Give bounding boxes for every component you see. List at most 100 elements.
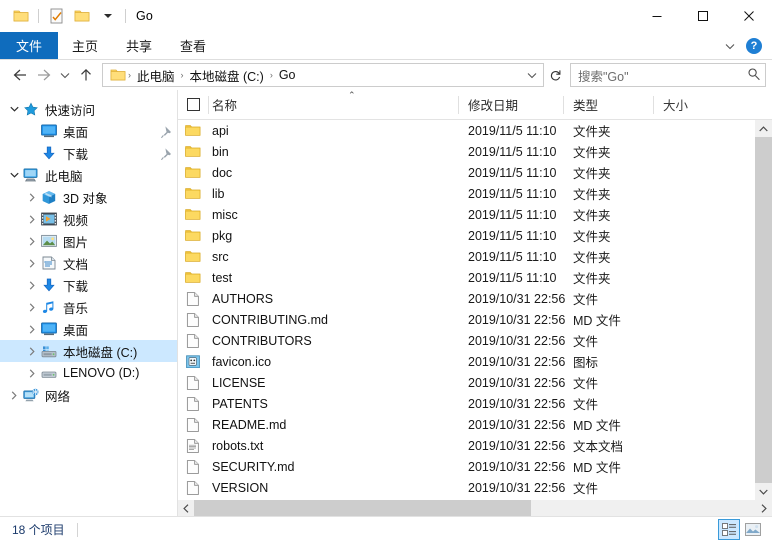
sidebar-item-4[interactable]: 3D 对象 (0, 186, 177, 208)
tab-file[interactable]: 文件 (0, 32, 58, 59)
help-icon[interactable]: ? (746, 38, 762, 54)
download-icon (40, 277, 58, 293)
sidebar-item-5[interactable]: 视频 (0, 208, 177, 230)
horizontal-scrollbar[interactable] (178, 500, 772, 516)
chevron-right-icon[interactable] (24, 280, 40, 290)
breadcrumb-item-local-disk[interactable]: 本地磁盘 (C:) (186, 66, 268, 85)
scroll-left-arrow-icon[interactable] (178, 500, 194, 516)
tab-share[interactable]: 共享 (112, 32, 166, 59)
address-dropdown-chevron-down-icon[interactable] (523, 64, 541, 86)
chevron-right-icon[interactable] (24, 258, 40, 268)
column-header-type[interactable]: 类型 (563, 90, 653, 120)
sidebar-item-3[interactable]: 此电脑 (0, 164, 177, 186)
table-row[interactable]: bin 2019/11/5 11:10 文件夹 (178, 141, 772, 162)
ribbon-expand-chevron-down-icon[interactable] (722, 38, 738, 54)
recent-locations-chevron-down-icon[interactable] (56, 63, 74, 87)
sidebar-item-1[interactable]: 桌面 (0, 120, 177, 142)
large-icons-view-button[interactable] (742, 519, 764, 540)
close-button[interactable] (726, 0, 772, 32)
chevron-right-icon[interactable] (24, 236, 40, 246)
new-folder-icon[interactable] (69, 4, 95, 28)
table-row[interactable]: favicon.ico 2019/10/31 22:56 图标 (178, 351, 772, 372)
sidebar-item-2[interactable]: 下载 (0, 142, 177, 164)
table-row[interactable]: lib 2019/11/5 11:10 文件夹 (178, 183, 772, 204)
back-button[interactable] (8, 63, 32, 87)
scroll-right-arrow-icon[interactable] (756, 500, 772, 516)
table-row[interactable]: test 2019/11/5 11:10 文件夹 (178, 267, 772, 288)
sidebar-item-8[interactable]: 下载 (0, 274, 177, 296)
table-row[interactable]: VERSION 2019/10/31 22:56 文件 (178, 477, 772, 498)
breadcrumb-separator[interactable]: › (179, 70, 186, 80)
table-row[interactable]: PATENTS 2019/10/31 22:56 文件 (178, 393, 772, 414)
chevron-down-icon[interactable] (6, 172, 22, 178)
sidebar-item-label: 图片 (63, 235, 89, 250)
scroll-up-arrow-icon[interactable] (755, 120, 772, 137)
select-all-checkbox[interactable] (178, 90, 208, 120)
tab-view[interactable]: 查看 (166, 32, 220, 59)
breadcrumb-item-go[interactable]: Go (275, 68, 300, 82)
table-row[interactable]: api 2019/11/5 11:10 文件夹 (178, 120, 772, 141)
chevron-right-icon[interactable] (24, 214, 40, 224)
minimize-button[interactable] (634, 0, 680, 32)
table-row[interactable]: CONTRIBUTORS 2019/10/31 22:56 文件 (178, 330, 772, 351)
vertical-scroll-track[interactable] (755, 137, 772, 483)
properties-icon[interactable] (43, 4, 69, 28)
sidebar-item-12[interactable]: LENOVO (D:) (0, 362, 177, 384)
pin-icon[interactable] (159, 147, 173, 160)
chevron-right-icon[interactable] (24, 302, 40, 312)
column-header-date[interactable]: 修改日期 (458, 90, 563, 120)
horizontal-scroll-track[interactable] (194, 500, 756, 516)
breadcrumb-separator[interactable]: › (268, 70, 275, 80)
folder-icon[interactable] (8, 4, 34, 28)
qat-divider-2 (125, 9, 126, 23)
table-row[interactable]: robots.txt 2019/10/31 22:56 文本文档 (178, 435, 772, 456)
chevron-down-icon[interactable] (6, 106, 22, 112)
search-input[interactable]: 搜索"Go" (578, 66, 747, 85)
vertical-scroll-thumb[interactable] (755, 137, 772, 483)
address-input[interactable]: › 此电脑 › 本地磁盘 (C:) › Go (102, 63, 544, 87)
qat-chevron-down-icon[interactable] (95, 4, 121, 28)
maximize-button[interactable] (680, 0, 726, 32)
table-row[interactable]: misc 2019/11/5 11:10 文件夹 (178, 204, 772, 225)
sidebar-item-13[interactable]: 网络 (0, 384, 177, 406)
table-row[interactable]: src 2019/11/5 11:10 文件夹 (178, 246, 772, 267)
horizontal-scroll-thumb[interactable] (194, 500, 532, 516)
forward-button[interactable] (32, 63, 56, 87)
pin-icon[interactable] (159, 125, 173, 138)
table-row[interactable]: AUTHORS 2019/10/31 22:56 文件 (178, 288, 772, 309)
folder-icon (178, 250, 208, 263)
sidebar-item-10[interactable]: 桌面 (0, 318, 177, 340)
tab-home[interactable]: 主页 (58, 32, 112, 59)
sidebar-item-7[interactable]: 文档 (0, 252, 177, 274)
search-box[interactable]: 搜索"Go" (570, 63, 766, 87)
chevron-right-icon[interactable] (24, 346, 40, 356)
chevron-right-icon[interactable] (6, 390, 22, 400)
file-type-cell: 文件 (573, 398, 599, 412)
search-icon[interactable] (747, 67, 761, 84)
column-header-name[interactable]: 名称 ⌃ (208, 90, 458, 120)
table-row[interactable]: pkg 2019/11/5 11:10 文件夹 (178, 225, 772, 246)
table-row[interactable]: doc 2019/11/5 11:10 文件夹 (178, 162, 772, 183)
up-button[interactable] (74, 63, 98, 87)
details-view-button[interactable] (718, 519, 740, 540)
table-row[interactable]: SECURITY.md 2019/10/31 22:56 MD 文件 (178, 456, 772, 477)
sidebar-item-9[interactable]: 音乐 (0, 296, 177, 318)
refresh-button[interactable] (544, 63, 566, 87)
chevron-right-icon[interactable] (24, 324, 40, 334)
sidebar-item-label: 网络 (45, 389, 71, 404)
chevron-right-icon[interactable] (24, 192, 40, 202)
table-row[interactable]: README.md 2019/10/31 22:56 MD 文件 (178, 414, 772, 435)
breadcrumb-item-this-pc[interactable]: 此电脑 (133, 66, 179, 85)
column-header-size[interactable]: 大小 (653, 90, 721, 120)
table-row[interactable]: LICENSE 2019/10/31 22:56 文件 (178, 372, 772, 393)
scroll-down-arrow-icon[interactable] (755, 483, 772, 500)
sidebar-item-11[interactable]: 本地磁盘 (C:) (0, 340, 177, 362)
sidebar-item-6[interactable]: 图片 (0, 230, 177, 252)
item-count-label: 18 个项目 (12, 523, 65, 537)
chevron-right-icon[interactable] (24, 368, 40, 378)
sidebar-item-0[interactable]: 快速访问 (0, 98, 177, 120)
sidebar-item-label: 本地磁盘 (C:) (63, 345, 138, 360)
table-row[interactable]: CONTRIBUTING.md 2019/10/31 22:56 MD 文件 (178, 309, 772, 330)
vertical-scrollbar[interactable] (755, 120, 772, 500)
breadcrumb-separator[interactable]: › (126, 70, 133, 80)
